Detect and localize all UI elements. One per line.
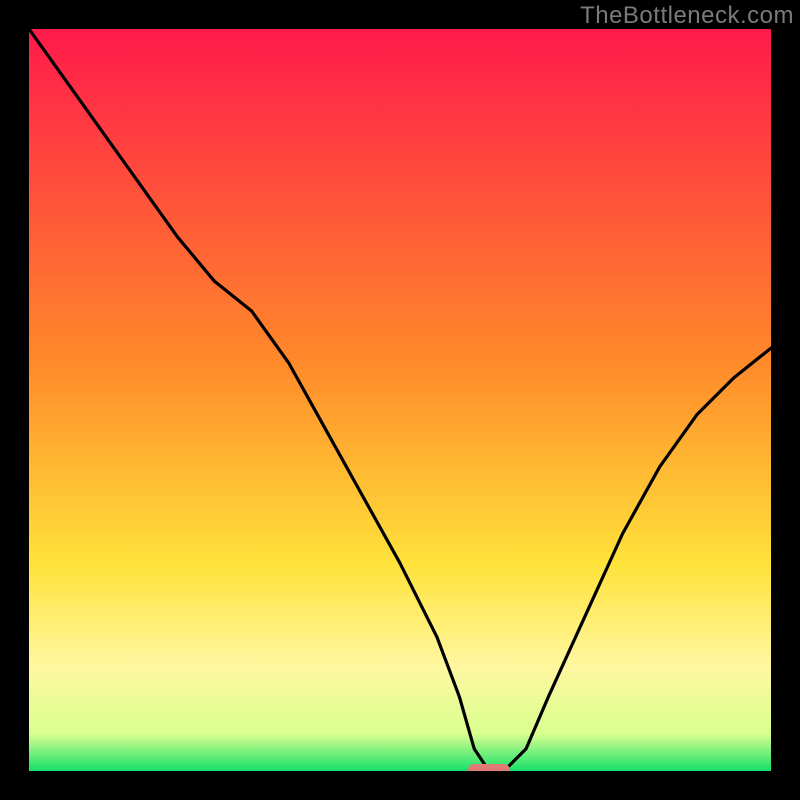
optimal-marker [468, 764, 510, 771]
chart-frame: TheBottleneck.com [0, 0, 800, 800]
gradient-background [29, 29, 771, 771]
plot-area [29, 29, 771, 771]
bottleneck-chart [29, 29, 771, 771]
watermark-text: TheBottleneck.com [580, 2, 794, 30]
